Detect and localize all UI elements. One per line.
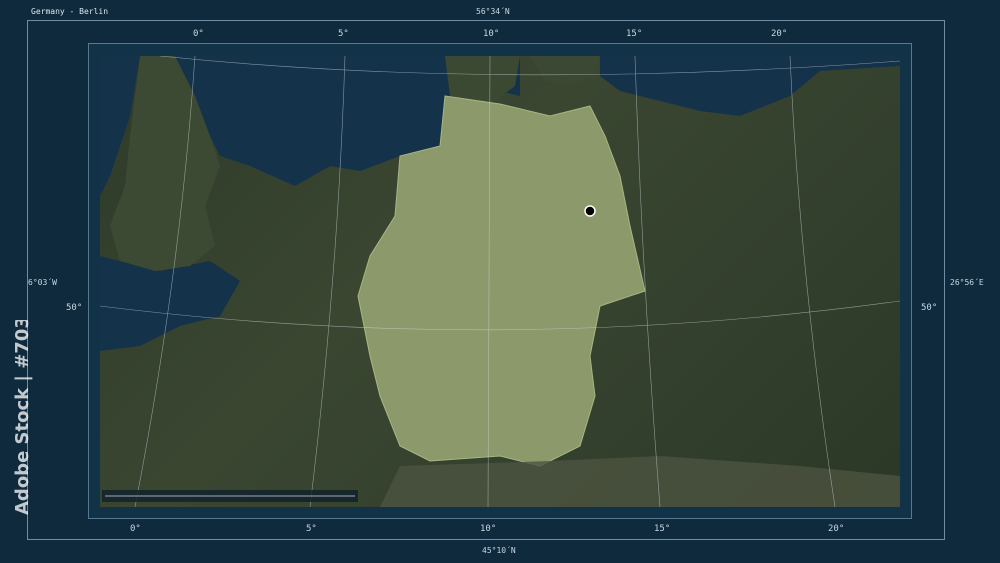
- east-extent-label: 26°56´E: [950, 278, 984, 287]
- sweden: [530, 56, 600, 86]
- lon-label-top: 0°: [193, 29, 204, 39]
- lat-label-left: 50°: [66, 303, 83, 313]
- lon-label-bottom: 5°: [306, 524, 317, 534]
- lon-label-top: 5°: [338, 29, 349, 39]
- map-svg: [100, 56, 900, 507]
- lon-label-bottom: 0°: [130, 524, 141, 534]
- lon-label-bottom: 15°: [654, 524, 671, 534]
- scale-bar: [102, 490, 358, 502]
- channel-sea: [100, 256, 240, 351]
- baltic-sea-body: [600, 56, 900, 116]
- watermark-text: Adobe Stock | #703863489: [12, 320, 33, 515]
- west-extent-label: 6°03´W: [28, 278, 57, 287]
- map-title: Germany - Berlin: [31, 7, 109, 16]
- lon-label-bottom: 20°: [828, 524, 845, 534]
- lon-label-top: 10°: [483, 29, 500, 39]
- north-extent-label: 56°34´N: [476, 7, 510, 16]
- lon-label-top: 20°: [771, 29, 788, 39]
- berlin-marker[interactable]: [584, 205, 596, 217]
- stock-watermark: Adobe Stock | #703863489: [12, 320, 33, 515]
- satellite-map[interactable]: [100, 56, 900, 507]
- south-extent-label: 45°10´N: [482, 546, 516, 555]
- alps: [380, 456, 900, 507]
- lon-label-bottom: 10°: [480, 524, 497, 534]
- lon-label-top: 15°: [626, 29, 643, 39]
- lat-label-right: 50°: [921, 303, 938, 313]
